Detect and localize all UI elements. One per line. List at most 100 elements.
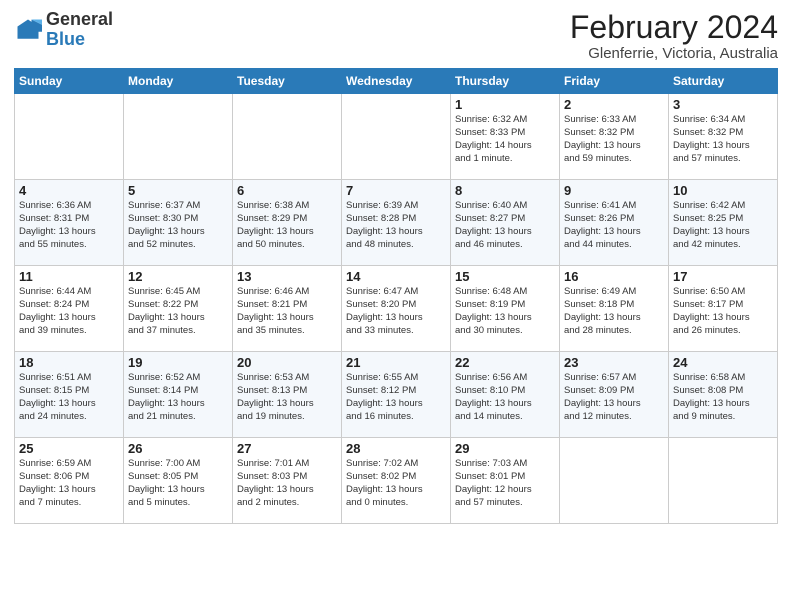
day-info: Sunrise: 6:56 AM Sunset: 8:10 PM Dayligh…	[455, 372, 555, 423]
day-number: 18	[19, 355, 119, 370]
day-number: 6	[237, 183, 337, 198]
day-info: Sunrise: 6:57 AM Sunset: 8:09 PM Dayligh…	[564, 372, 664, 423]
title-block: February 2024 Glenferrie, Victoria, Aust…	[570, 10, 778, 62]
table-row: 8 Sunrise: 6:40 AM Sunset: 8:27 PM Daylig…	[451, 180, 560, 266]
table-row: 26 Sunrise: 7:00 AM Sunset: 8:05 PM Dayli…	[124, 438, 233, 524]
logo: General Blue	[14, 10, 113, 50]
table-row: 25Sunrise: 6:59 AM Sunset: 8:06 PM Dayli…	[15, 438, 124, 524]
table-row: 3 Sunrise: 6:34 AM Sunset: 8:32 PM Daylig…	[669, 94, 778, 180]
table-row: 7 Sunrise: 6:39 AM Sunset: 8:28 PM Daylig…	[342, 180, 451, 266]
day-number: 13	[237, 269, 337, 284]
day-number: 8	[455, 183, 555, 198]
day-number: 14	[346, 269, 446, 284]
day-number: 9	[564, 183, 664, 198]
month-title: February 2024	[570, 10, 778, 45]
calendar-week-row: 11Sunrise: 6:44 AM Sunset: 8:24 PM Dayli…	[15, 266, 778, 352]
logo-icon	[14, 16, 42, 44]
day-number: 28	[346, 441, 446, 456]
day-info: Sunrise: 6:36 AM Sunset: 8:31 PM Dayligh…	[19, 200, 119, 251]
calendar-week-row: 4 Sunrise: 6:36 AM Sunset: 8:31 PM Daylig…	[15, 180, 778, 266]
day-number: 7	[346, 183, 446, 198]
day-number: 2	[564, 97, 664, 112]
day-number: 24	[673, 355, 773, 370]
day-info: Sunrise: 6:58 AM Sunset: 8:08 PM Dayligh…	[673, 372, 773, 423]
day-info: Sunrise: 6:40 AM Sunset: 8:27 PM Dayligh…	[455, 200, 555, 251]
day-info: Sunrise: 6:38 AM Sunset: 8:29 PM Dayligh…	[237, 200, 337, 251]
col-saturday: Saturday	[669, 69, 778, 94]
day-number: 27	[237, 441, 337, 456]
table-row: 22Sunrise: 6:56 AM Sunset: 8:10 PM Dayli…	[451, 352, 560, 438]
day-info: Sunrise: 6:41 AM Sunset: 8:26 PM Dayligh…	[564, 200, 664, 251]
col-wednesday: Wednesday	[342, 69, 451, 94]
day-info: Sunrise: 6:34 AM Sunset: 8:32 PM Dayligh…	[673, 114, 773, 165]
day-info: Sunrise: 6:37 AM Sunset: 8:30 PM Dayligh…	[128, 200, 228, 251]
table-row: 12Sunrise: 6:45 AM Sunset: 8:22 PM Dayli…	[124, 266, 233, 352]
day-info: Sunrise: 6:50 AM Sunset: 8:17 PM Dayligh…	[673, 286, 773, 337]
table-row: 15Sunrise: 6:48 AM Sunset: 8:19 PM Dayli…	[451, 266, 560, 352]
day-number: 3	[673, 97, 773, 112]
table-row: 13 Sunrise: 6:46 AM Sunset: 8:21 PM Dayli…	[233, 266, 342, 352]
table-row	[560, 438, 669, 524]
day-number: 4	[19, 183, 119, 198]
table-row: 18 Sunrise: 6:51 AM Sunset: 8:15 PM Dayli…	[15, 352, 124, 438]
table-row	[233, 94, 342, 180]
day-info: Sunrise: 7:00 AM Sunset: 8:05 PM Dayligh…	[128, 458, 228, 509]
col-friday: Friday	[560, 69, 669, 94]
day-info: Sunrise: 6:44 AM Sunset: 8:24 PM Dayligh…	[19, 286, 119, 337]
col-thursday: Thursday	[451, 69, 560, 94]
table-row: 2 Sunrise: 6:33 AM Sunset: 8:32 PM Daylig…	[560, 94, 669, 180]
calendar-week-row: 18 Sunrise: 6:51 AM Sunset: 8:15 PM Dayli…	[15, 352, 778, 438]
day-info: Sunrise: 6:55 AM Sunset: 8:12 PM Dayligh…	[346, 372, 446, 423]
day-number: 17	[673, 269, 773, 284]
table-row: 17 Sunrise: 6:50 AM Sunset: 8:17 PM Dayli…	[669, 266, 778, 352]
day-info: Sunrise: 7:01 AM Sunset: 8:03 PM Dayligh…	[237, 458, 337, 509]
header: General Blue February 2024 Glenferrie, V…	[14, 10, 778, 62]
day-info: Sunrise: 6:39 AM Sunset: 8:28 PM Dayligh…	[346, 200, 446, 251]
day-info: Sunrise: 6:51 AM Sunset: 8:15 PM Dayligh…	[19, 372, 119, 423]
table-row: 1Sunrise: 6:32 AM Sunset: 8:33 PM Daylig…	[451, 94, 560, 180]
calendar-week-row: 25Sunrise: 6:59 AM Sunset: 8:06 PM Dayli…	[15, 438, 778, 524]
logo-general: General	[46, 9, 113, 29]
table-row: 6 Sunrise: 6:38 AM Sunset: 8:29 PM Daylig…	[233, 180, 342, 266]
table-row: 21 Sunrise: 6:55 AM Sunset: 8:12 PM Dayli…	[342, 352, 451, 438]
day-number: 16	[564, 269, 664, 284]
calendar-week-row: 1Sunrise: 6:32 AM Sunset: 8:33 PM Daylig…	[15, 94, 778, 180]
table-row: 24 Sunrise: 6:58 AM Sunset: 8:08 PM Dayli…	[669, 352, 778, 438]
table-row: 27 Sunrise: 7:01 AM Sunset: 8:03 PM Dayli…	[233, 438, 342, 524]
day-info: Sunrise: 6:45 AM Sunset: 8:22 PM Dayligh…	[128, 286, 228, 337]
table-row	[124, 94, 233, 180]
day-number: 21	[346, 355, 446, 370]
table-row: 9 Sunrise: 6:41 AM Sunset: 8:26 PM Daylig…	[560, 180, 669, 266]
day-number: 1	[455, 97, 555, 112]
table-row: 16 Sunrise: 6:49 AM Sunset: 8:18 PM Dayli…	[560, 266, 669, 352]
day-number: 29	[455, 441, 555, 456]
calendar: Sunday Monday Tuesday Wednesday Thursday…	[14, 68, 778, 524]
page: General Blue February 2024 Glenferrie, V…	[0, 0, 792, 612]
table-row: 20Sunrise: 6:53 AM Sunset: 8:13 PM Dayli…	[233, 352, 342, 438]
day-info: Sunrise: 7:02 AM Sunset: 8:02 PM Dayligh…	[346, 458, 446, 509]
logo-text: General Blue	[46, 10, 113, 50]
logo-blue: Blue	[46, 29, 85, 49]
day-info: Sunrise: 6:46 AM Sunset: 8:21 PM Dayligh…	[237, 286, 337, 337]
day-number: 10	[673, 183, 773, 198]
table-row	[15, 94, 124, 180]
day-number: 26	[128, 441, 228, 456]
day-info: Sunrise: 6:48 AM Sunset: 8:19 PM Dayligh…	[455, 286, 555, 337]
table-row: 14Sunrise: 6:47 AM Sunset: 8:20 PM Dayli…	[342, 266, 451, 352]
table-row: 5Sunrise: 6:37 AM Sunset: 8:30 PM Daylig…	[124, 180, 233, 266]
day-info: Sunrise: 6:59 AM Sunset: 8:06 PM Dayligh…	[19, 458, 119, 509]
table-row: 11Sunrise: 6:44 AM Sunset: 8:24 PM Dayli…	[15, 266, 124, 352]
day-info: Sunrise: 6:33 AM Sunset: 8:32 PM Dayligh…	[564, 114, 664, 165]
table-row: 10 Sunrise: 6:42 AM Sunset: 8:25 PM Dayli…	[669, 180, 778, 266]
col-sunday: Sunday	[15, 69, 124, 94]
table-row: 19Sunrise: 6:52 AM Sunset: 8:14 PM Dayli…	[124, 352, 233, 438]
table-row	[669, 438, 778, 524]
table-row: 23Sunrise: 6:57 AM Sunset: 8:09 PM Dayli…	[560, 352, 669, 438]
day-info: Sunrise: 6:53 AM Sunset: 8:13 PM Dayligh…	[237, 372, 337, 423]
day-info: Sunrise: 7:03 AM Sunset: 8:01 PM Dayligh…	[455, 458, 555, 509]
day-number: 19	[128, 355, 228, 370]
table-row: 4 Sunrise: 6:36 AM Sunset: 8:31 PM Daylig…	[15, 180, 124, 266]
day-info: Sunrise: 6:42 AM Sunset: 8:25 PM Dayligh…	[673, 200, 773, 251]
day-info: Sunrise: 6:49 AM Sunset: 8:18 PM Dayligh…	[564, 286, 664, 337]
table-row: 29 Sunrise: 7:03 AM Sunset: 8:01 PM Dayli…	[451, 438, 560, 524]
